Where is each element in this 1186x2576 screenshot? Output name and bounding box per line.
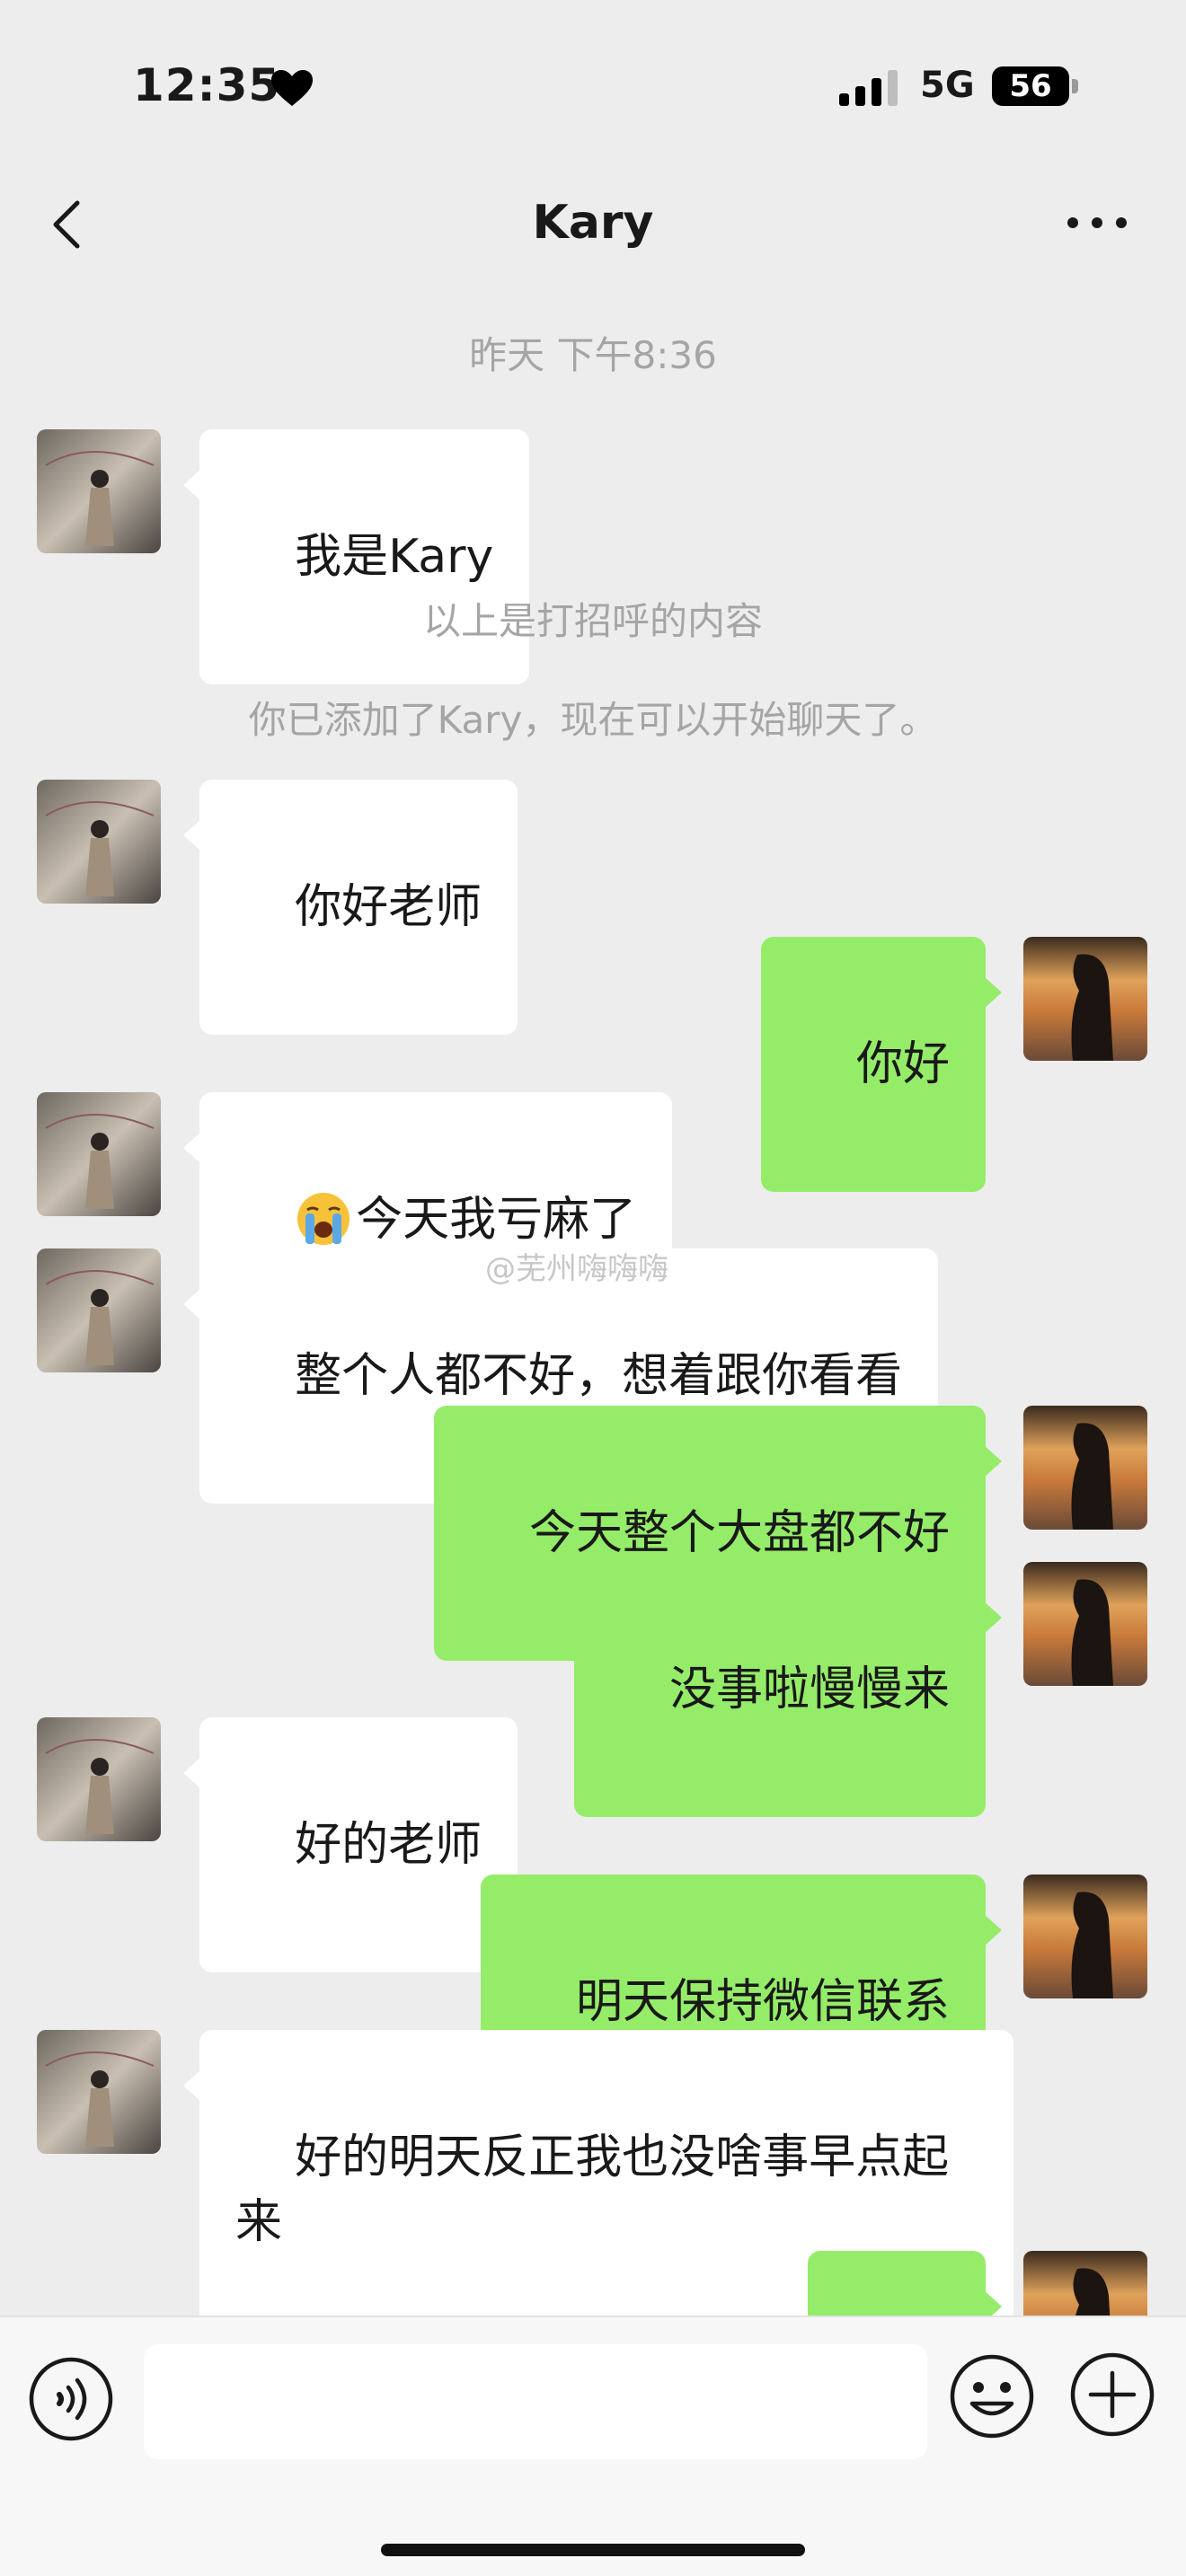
network-type: 5G — [920, 65, 975, 106]
message-text: 整个人都不好，想着跟你看看 — [295, 1349, 903, 1403]
battery-icon: 56 — [992, 66, 1069, 106]
greeting-note: 以上是打招呼的内容 — [422, 599, 763, 643]
contact-avatar[interactable] — [37, 1092, 161, 1216]
contact-avatar[interactable] — [37, 1248, 161, 1372]
message-bubble-outgoing[interactable]: 你好 — [760, 937, 1003, 1192]
message-text: 你好老师 — [295, 880, 482, 934]
message-bubble-incoming[interactable]: 好的老师 — [182, 1717, 518, 1972]
contact-avatar[interactable] — [37, 1717, 161, 1841]
message-bubble-outgoing[interactable]: 没事啦慢慢来 — [573, 1562, 1003, 1817]
battery-cap — [1072, 79, 1078, 93]
my-avatar[interactable] — [1023, 1406, 1147, 1530]
message-text: 好的明天反正我也没啥事早点起 来 — [235, 2130, 950, 2249]
contact-avatar[interactable] — [37, 2030, 161, 2154]
input-bar — [0, 2316, 1186, 2576]
message-text: 今天整个大盘都不好 — [528, 1506, 950, 1560]
more-dots-icon[interactable] — [1066, 212, 1128, 234]
timestamp: 昨天 下午8:36 — [469, 333, 717, 377]
my-avatar[interactable] — [1023, 1875, 1147, 1998]
my-avatar[interactable] — [1023, 2251, 1147, 2316]
home-indicator — [381, 2544, 805, 2556]
message-input[interactable] — [144, 2344, 927, 2459]
message-text: 你好 — [855, 1037, 950, 1091]
back-chevron-icon[interactable] — [45, 198, 90, 251]
message-text: 今天我亏麻了 — [356, 1193, 637, 1247]
status-bar: 12:35 5G 56 — [0, 0, 1186, 171]
chat-title: Kary — [532, 196, 654, 250]
added-note: 你已添加了Kary，现在可以开始聊天了。 — [248, 698, 938, 742]
contact-avatar[interactable] — [37, 780, 161, 904]
message-text: 没事啦慢慢来 — [668, 1663, 950, 1716]
chat-header: Kary — [0, 171, 1186, 278]
message-bubble-outgoing[interactable]: 好 — [807, 2251, 1003, 2316]
contact-avatar[interactable] — [37, 429, 161, 553]
my-avatar[interactable] — [1023, 1562, 1147, 1686]
my-avatar[interactable] — [1023, 937, 1147, 1061]
message-text: 明天保持微信联系 — [575, 1975, 950, 2029]
status-time: 12:35 — [133, 59, 281, 111]
message-text: 好的老师 — [295, 1818, 482, 1872]
message-bubble-incoming[interactable]: 你好老师 — [182, 780, 518, 1035]
message-text: 我是Kary — [295, 530, 494, 584]
emoji-icon[interactable] — [947, 2351, 1037, 2441]
loudly-crying-face-icon — [297, 1193, 350, 1245]
message-bubble-incoming[interactable]: 我是Kary — [182, 429, 530, 684]
signal-icon — [839, 70, 898, 106]
message-list[interactable]: 昨天 下午8:36 我是Kary 以上是打招呼的内容 你已添加了Kary，现在可… — [0, 278, 1186, 2316]
voice-icon[interactable] — [27, 2355, 115, 2443]
plus-icon[interactable] — [1067, 2350, 1157, 2439]
heart-icon — [271, 70, 313, 106]
